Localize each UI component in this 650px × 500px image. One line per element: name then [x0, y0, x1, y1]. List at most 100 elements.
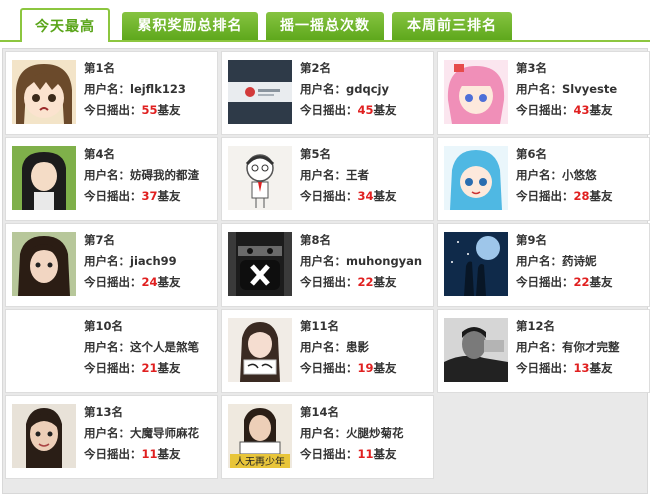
rank-label: 第8名 — [300, 233, 332, 247]
rank-info: 第2名 用户名：gdqcjy 今日摇出：45基友 — [300, 58, 397, 121]
username-label: 用户名： — [516, 168, 562, 182]
user-avatar[interactable] — [228, 146, 292, 210]
today-count: 22 — [357, 275, 374, 289]
username-label: 用户名： — [84, 426, 130, 440]
rank-label: 第4名 — [84, 147, 116, 161]
rank-card[interactable]: 第4名 用户名：妨碍我的都渣 今日摇出：37基友 — [5, 137, 218, 221]
user-avatar[interactable] — [444, 318, 508, 382]
count-unit: 基友 — [589, 103, 613, 117]
today-count-label: 今日摇出： — [516, 189, 574, 203]
user-avatar[interactable] — [228, 232, 292, 296]
today-count-line: 今日摇出：22基友 — [516, 272, 613, 293]
rank-card[interactable]: 第9名 用户名：药诗妮 今日摇出：22基友 — [437, 223, 650, 307]
rank-card[interactable]: 第13名 用户名：大魔导师麻花 今日摇出：11基友 — [5, 395, 218, 479]
username: 药诗妮 — [562, 254, 597, 268]
rank-card[interactable]: 第7名 用户名：jiach99 今日摇出：24基友 — [5, 223, 218, 307]
today-count-label: 今日摇出： — [300, 361, 358, 375]
rank-label: 第3名 — [516, 61, 548, 75]
rank-card[interactable]: 第2名 用户名：gdqcjy 今日摇出：45基友 — [221, 51, 434, 135]
today-count-line: 今日摇出：28基友 — [516, 186, 613, 207]
today-count: 37 — [141, 189, 158, 203]
rank-info: 第9名 用户名：药诗妮 今日摇出：22基友 — [516, 230, 613, 293]
user-avatar[interactable] — [12, 60, 76, 124]
username-line: 用户名：妨碍我的都渣 — [84, 165, 199, 186]
rank-card[interactable]: 第1名 用户名：lejflk123 今日摇出：55基友 — [5, 51, 218, 135]
tab-shake-total-count[interactable]: 摇一摇总次数 — [266, 12, 384, 40]
username-label: 用户名： — [300, 426, 346, 440]
today-count: 19 — [357, 361, 374, 375]
today-count-label: 今日摇出： — [516, 103, 574, 117]
username: 有你才完整 — [562, 340, 620, 354]
user-avatar[interactable] — [12, 404, 76, 468]
rank-info: 第6名 用户名：小悠悠 今日摇出：28基友 — [516, 144, 613, 207]
today-count-label: 今日摇出： — [84, 189, 142, 203]
count-unit: 基友 — [157, 275, 181, 289]
rank-info: 第4名 用户名：妨碍我的都渣 今日摇出：37基友 — [84, 144, 199, 207]
today-count: 11 — [357, 447, 374, 461]
count-unit: 基友 — [157, 361, 181, 375]
avatar-caption: 人无再少年 — [235, 455, 285, 468]
username-line: 用户名：muhongyan — [300, 251, 422, 272]
count-unit: 基友 — [373, 447, 397, 461]
today-count: 34 — [357, 189, 374, 203]
ranking-tab-bar: 今天最高 累积奖励总排名 摇一摇总次数 本周前三排名 — [0, 0, 650, 42]
rank-card[interactable]: 人无再少年 第14名 用户名：火腿炒菊花 今日摇出：11基友 — [221, 395, 434, 479]
count-unit: 基友 — [373, 361, 397, 375]
user-avatar[interactable]: 人无再少年 — [228, 404, 292, 468]
rank-card[interactable]: 第12名 用户名：有你才完整 今日摇出：13基友 — [437, 309, 650, 393]
today-count-label: 今日摇出： — [300, 103, 358, 117]
rank-info: 第7名 用户名：jiach99 今日摇出：24基友 — [84, 230, 181, 293]
username: muhongyan — [346, 254, 423, 268]
username-label: 用户名： — [84, 340, 130, 354]
username-label: 用户名： — [300, 168, 346, 182]
user-avatar[interactable] — [444, 60, 508, 124]
username: 火腿炒菊花 — [346, 426, 404, 440]
today-count: 11 — [141, 447, 158, 461]
username-label: 用户名： — [516, 254, 562, 268]
today-count: 28 — [573, 189, 590, 203]
username-label: 用户名： — [300, 82, 346, 96]
today-count-line: 今日摇出：34基友 — [300, 186, 397, 207]
username-line: 用户名：这个人是煞笔 — [84, 337, 199, 358]
rank-card[interactable]: 第3名 用户名：Slvyeste 今日摇出：43基友 — [437, 51, 650, 135]
count-unit: 基友 — [157, 103, 181, 117]
rank-card[interactable]: 第6名 用户名：小悠悠 今日摇出：28基友 — [437, 137, 650, 221]
today-count-line: 今日摇出：19基友 — [300, 358, 397, 379]
rank-card[interactable]: 第8名 用户名：muhongyan 今日摇出：22基友 — [221, 223, 434, 307]
tab-cumulative-reward-ranking[interactable]: 累积奖励总排名 — [122, 12, 258, 40]
tab-today-highest[interactable]: 今天最高 — [20, 8, 110, 42]
rank-label: 第13名 — [84, 405, 124, 419]
rank-info: 第1名 用户名：lejflk123 今日摇出：55基友 — [84, 58, 186, 121]
user-avatar[interactable] — [228, 60, 292, 124]
rank-card[interactable]: 第5名 用户名：王者 今日摇出：34基友 — [221, 137, 434, 221]
username: gdqcjy — [346, 82, 389, 96]
rank-info: 第14名 用户名：火腿炒菊花 今日摇出：11基友 — [300, 402, 404, 465]
username-label: 用户名： — [84, 254, 130, 268]
today-count-label: 今日摇出： — [300, 447, 358, 461]
tab-weekly-top-three[interactable]: 本周前三排名 — [392, 12, 512, 40]
user-avatar[interactable] — [12, 232, 76, 296]
today-count-label: 今日摇出： — [84, 447, 142, 461]
user-avatar[interactable] — [444, 232, 508, 296]
rank-label: 第9名 — [516, 233, 548, 247]
username-label: 用户名： — [84, 168, 130, 182]
rank-card[interactable]: 第10名 用户名：这个人是煞笔 今日摇出：21基友 — [5, 309, 218, 393]
user-avatar[interactable] — [12, 318, 76, 382]
rank-label: 第1名 — [84, 61, 116, 75]
today-count-label: 今日摇出： — [84, 103, 142, 117]
rank-card[interactable]: 第11名 用户名：患影 今日摇出：19基友 — [221, 309, 434, 393]
today-count: 43 — [573, 103, 590, 117]
today-count-line: 今日摇出：37基友 — [84, 186, 199, 207]
today-count-line: 今日摇出：45基友 — [300, 100, 397, 121]
user-avatar[interactable] — [444, 146, 508, 210]
username: 王者 — [346, 168, 369, 182]
today-count-label: 今日摇出： — [84, 361, 142, 375]
user-avatar[interactable] — [12, 146, 76, 210]
count-unit: 基友 — [589, 361, 613, 375]
count-unit: 基友 — [589, 275, 613, 289]
rank-label: 第14名 — [300, 405, 340, 419]
username-line: 用户名：王者 — [300, 165, 397, 186]
rank-info: 第13名 用户名：大魔导师麻花 今日摇出：11基友 — [84, 402, 199, 465]
username-label: 用户名： — [84, 82, 130, 96]
user-avatar[interactable] — [228, 318, 292, 382]
